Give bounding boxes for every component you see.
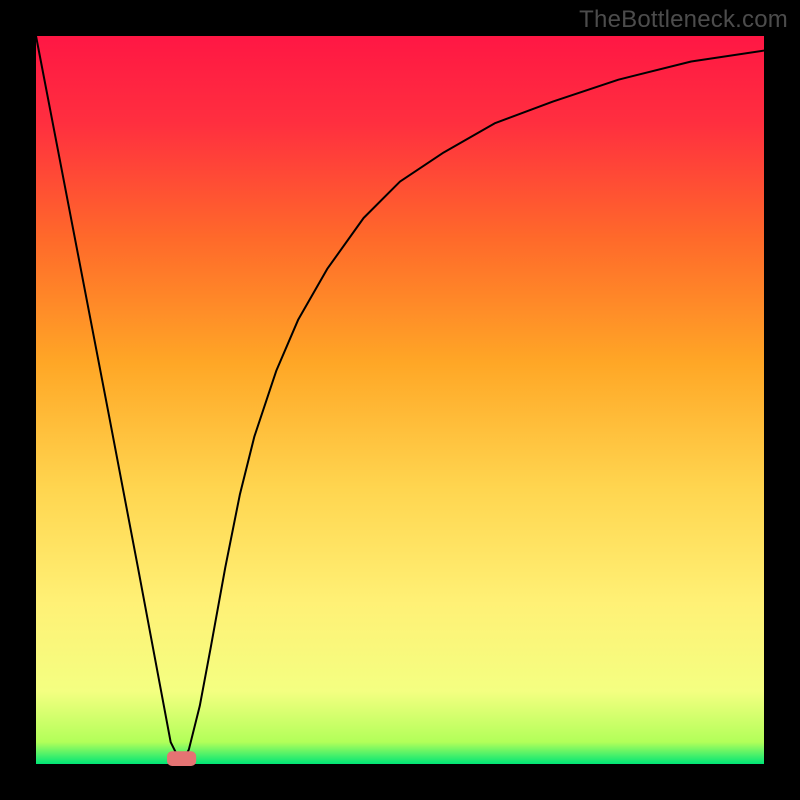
watermark-text: TheBottleneck.com [579,6,788,34]
plot-background [36,36,764,764]
bottleneck-chart [0,0,800,800]
chart-frame: TheBottleneck.com [0,0,800,800]
optimal-marker [167,751,196,766]
